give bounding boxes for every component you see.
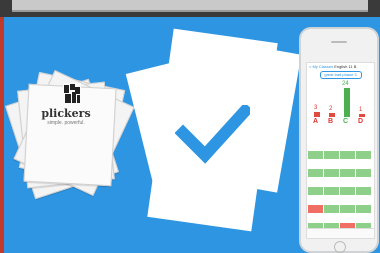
student-cell[interactable] bbox=[356, 151, 371, 159]
student-cell[interactable] bbox=[356, 205, 371, 213]
bar-a-count: 3 bbox=[314, 105, 318, 111]
question-pill[interactable]: great bad phase 3 bbox=[319, 71, 362, 79]
student-cell[interactable] bbox=[356, 169, 371, 177]
student-cell[interactable] bbox=[340, 187, 355, 195]
student-cell[interactable] bbox=[340, 205, 355, 213]
bar-a bbox=[314, 112, 320, 117]
student-cell[interactable] bbox=[324, 169, 339, 177]
phone-screen: < My Classes English 11 B great bad phas… bbox=[306, 62, 375, 239]
plickers-logo-icon bbox=[63, 83, 81, 105]
top-bar-strip bbox=[12, 0, 368, 12]
phone-tab-bar bbox=[307, 228, 374, 238]
bar-d-letter: D bbox=[358, 118, 364, 125]
phone-speaker bbox=[331, 41, 347, 43]
student-cell[interactable] bbox=[340, 151, 355, 159]
bar-c bbox=[344, 88, 350, 117]
home-button[interactable] bbox=[334, 241, 346, 253]
student-cell[interactable] bbox=[340, 169, 355, 177]
student-cell[interactable] bbox=[324, 205, 339, 213]
checkmark-icon bbox=[175, 105, 250, 164]
student-cell[interactable] bbox=[324, 151, 339, 159]
student-cell[interactable] bbox=[308, 151, 323, 159]
bar-b bbox=[329, 113, 335, 117]
results-bar-chart: 3 A 2 B 24 C 1 D bbox=[307, 80, 374, 125]
student-cell[interactable] bbox=[356, 187, 371, 195]
bar-d-count: 1 bbox=[359, 107, 363, 113]
phone-nav: < My Classes English 11 B bbox=[307, 63, 374, 70]
bar-b-count: 2 bbox=[329, 106, 333, 112]
student-cell[interactable] bbox=[308, 187, 323, 195]
student-cell[interactable] bbox=[308, 205, 323, 213]
bar-b-letter: B bbox=[328, 118, 334, 125]
brand-tagline: simple. powerful. bbox=[47, 120, 85, 126]
top-bar bbox=[0, 0, 380, 17]
bar-a-letter: A bbox=[313, 118, 319, 125]
bar-c-count: 24 bbox=[342, 81, 349, 87]
student-cell[interactable] bbox=[308, 169, 323, 177]
class-title: English 11 B bbox=[334, 64, 357, 69]
phone-device: < My Classes English 11 B great bad phas… bbox=[299, 27, 379, 253]
student-cell[interactable] bbox=[324, 187, 339, 195]
brand-name: plickers bbox=[41, 107, 91, 120]
back-link[interactable]: < My Classes bbox=[309, 64, 333, 69]
bar-d bbox=[359, 114, 365, 117]
bar-c-letter: C bbox=[343, 118, 349, 125]
